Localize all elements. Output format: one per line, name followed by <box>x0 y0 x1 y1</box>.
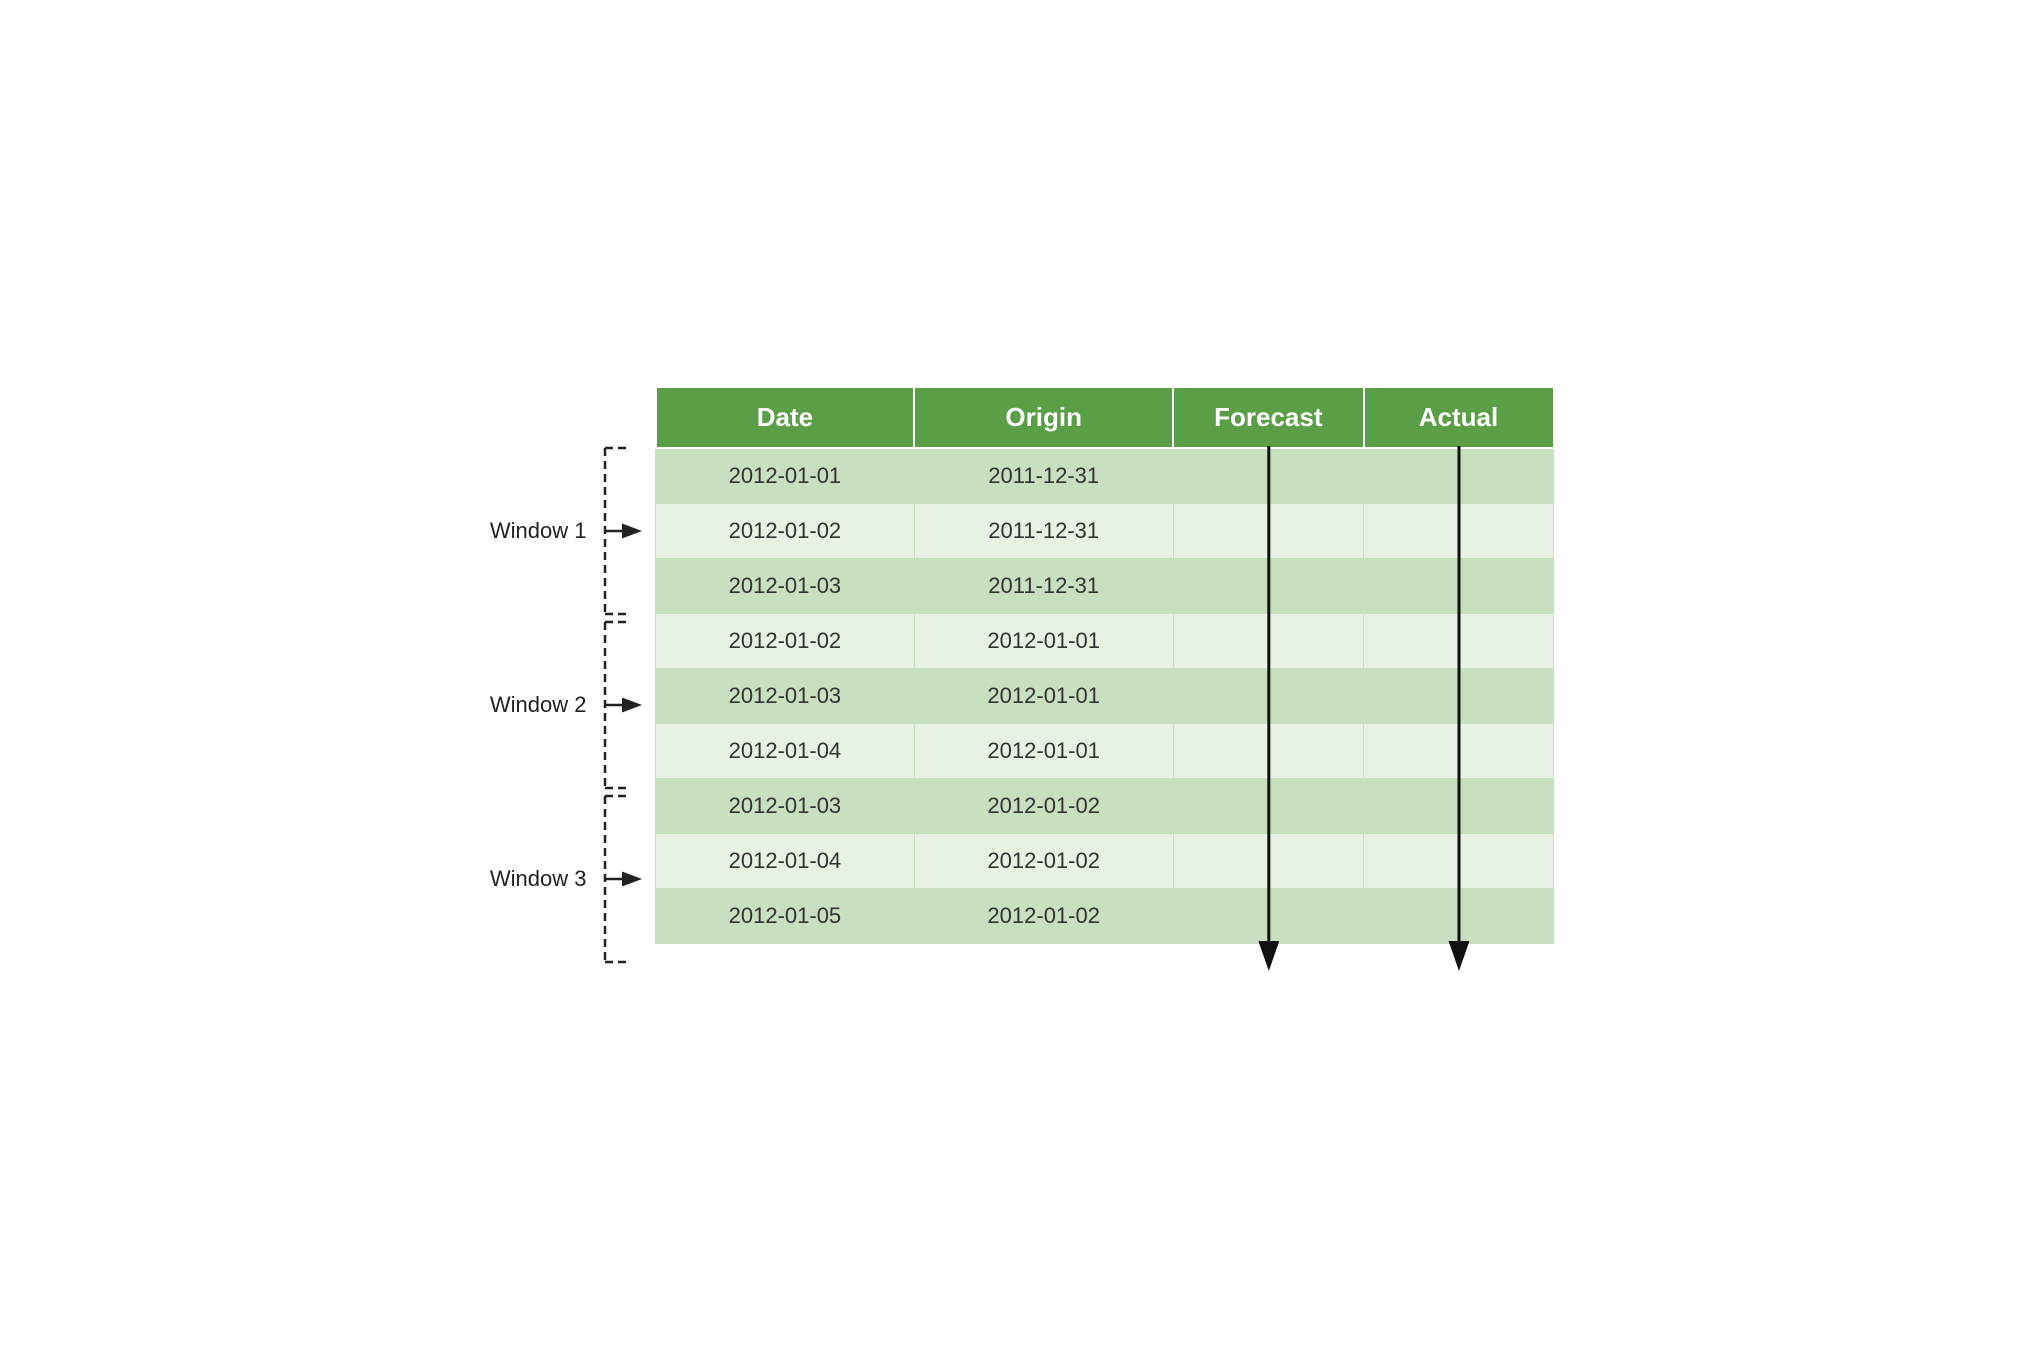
table-row: 2012-01-032012-01-01 <box>656 668 1554 723</box>
cell-actual <box>1364 558 1554 613</box>
cell-origin: 2011-12-31 <box>914 558 1173 613</box>
cell-date: 2012-01-01 <box>656 448 915 504</box>
window-label-2: Window 2 <box>467 692 587 718</box>
cell-forecast <box>1173 503 1363 558</box>
cell-forecast <box>1173 558 1363 613</box>
cell-origin: 2011-12-31 <box>914 448 1173 504</box>
cell-actual <box>1364 833 1554 888</box>
table-row: 2012-01-032011-12-31 <box>656 558 1554 613</box>
cell-origin: 2012-01-01 <box>914 613 1173 668</box>
cell-actual <box>1364 778 1554 833</box>
cell-forecast <box>1173 888 1363 943</box>
cell-origin: 2012-01-01 <box>914 668 1173 723</box>
bracket-svg-2 <box>595 618 645 792</box>
window-label-3: Window 3 <box>467 866 587 892</box>
header-forecast: Forecast <box>1173 387 1363 448</box>
cell-date: 2012-01-04 <box>656 833 915 888</box>
cell-date: 2012-01-02 <box>656 503 915 558</box>
cell-origin: 2012-01-02 <box>914 888 1173 943</box>
header-actual: Actual <box>1364 387 1554 448</box>
cell-forecast <box>1173 613 1363 668</box>
cell-origin: 2012-01-02 <box>914 833 1173 888</box>
cell-actual <box>1364 668 1554 723</box>
cell-actual <box>1364 888 1554 943</box>
cell-actual <box>1364 503 1554 558</box>
cell-origin: 2012-01-02 <box>914 778 1173 833</box>
main-container: Window 1 Window 2 Window 3 DateOriginForeca… <box>467 386 1555 966</box>
bracket-svg-3 <box>595 792 645 966</box>
cell-date: 2012-01-05 <box>656 888 915 943</box>
cell-actual <box>1364 613 1554 668</box>
window-group-2: Window 2 <box>467 618 645 792</box>
table-row: 2012-01-042012-01-01 <box>656 723 1554 778</box>
data-table: DateOriginForecastActual2012-01-012011-1… <box>655 386 1555 944</box>
cell-date: 2012-01-03 <box>656 558 915 613</box>
cell-date: 2012-01-03 <box>656 778 915 833</box>
cell-forecast <box>1173 448 1363 504</box>
cell-date: 2012-01-03 <box>656 668 915 723</box>
header-origin: Origin <box>914 387 1173 448</box>
table-row: 2012-01-022011-12-31 <box>656 503 1554 558</box>
cell-forecast <box>1173 723 1363 778</box>
window-group-3: Window 3 <box>467 792 645 966</box>
cell-actual <box>1364 723 1554 778</box>
cell-date: 2012-01-02 <box>656 613 915 668</box>
window-label-1: Window 1 <box>467 518 587 544</box>
table-row: 2012-01-042012-01-02 <box>656 833 1554 888</box>
cell-origin: 2011-12-31 <box>914 503 1173 558</box>
header-date: Date <box>656 387 915 448</box>
table-row: 2012-01-022012-01-01 <box>656 613 1554 668</box>
bracket-svg-1 <box>595 444 645 618</box>
window-group-1: Window 1 <box>467 444 645 618</box>
cell-forecast <box>1173 778 1363 833</box>
table-row: 2012-01-032012-01-02 <box>656 778 1554 833</box>
cell-forecast <box>1173 668 1363 723</box>
table-row: 2012-01-052012-01-02 <box>656 888 1554 943</box>
cell-forecast <box>1173 833 1363 888</box>
bracket-area: Window 1 Window 2 Window 3 <box>467 444 645 966</box>
cell-actual <box>1364 448 1554 504</box>
cell-date: 2012-01-04 <box>656 723 915 778</box>
table-wrapper: DateOriginForecastActual2012-01-012011-1… <box>655 386 1555 944</box>
cell-origin: 2012-01-01 <box>914 723 1173 778</box>
table-row: 2012-01-012011-12-31 <box>656 448 1554 504</box>
